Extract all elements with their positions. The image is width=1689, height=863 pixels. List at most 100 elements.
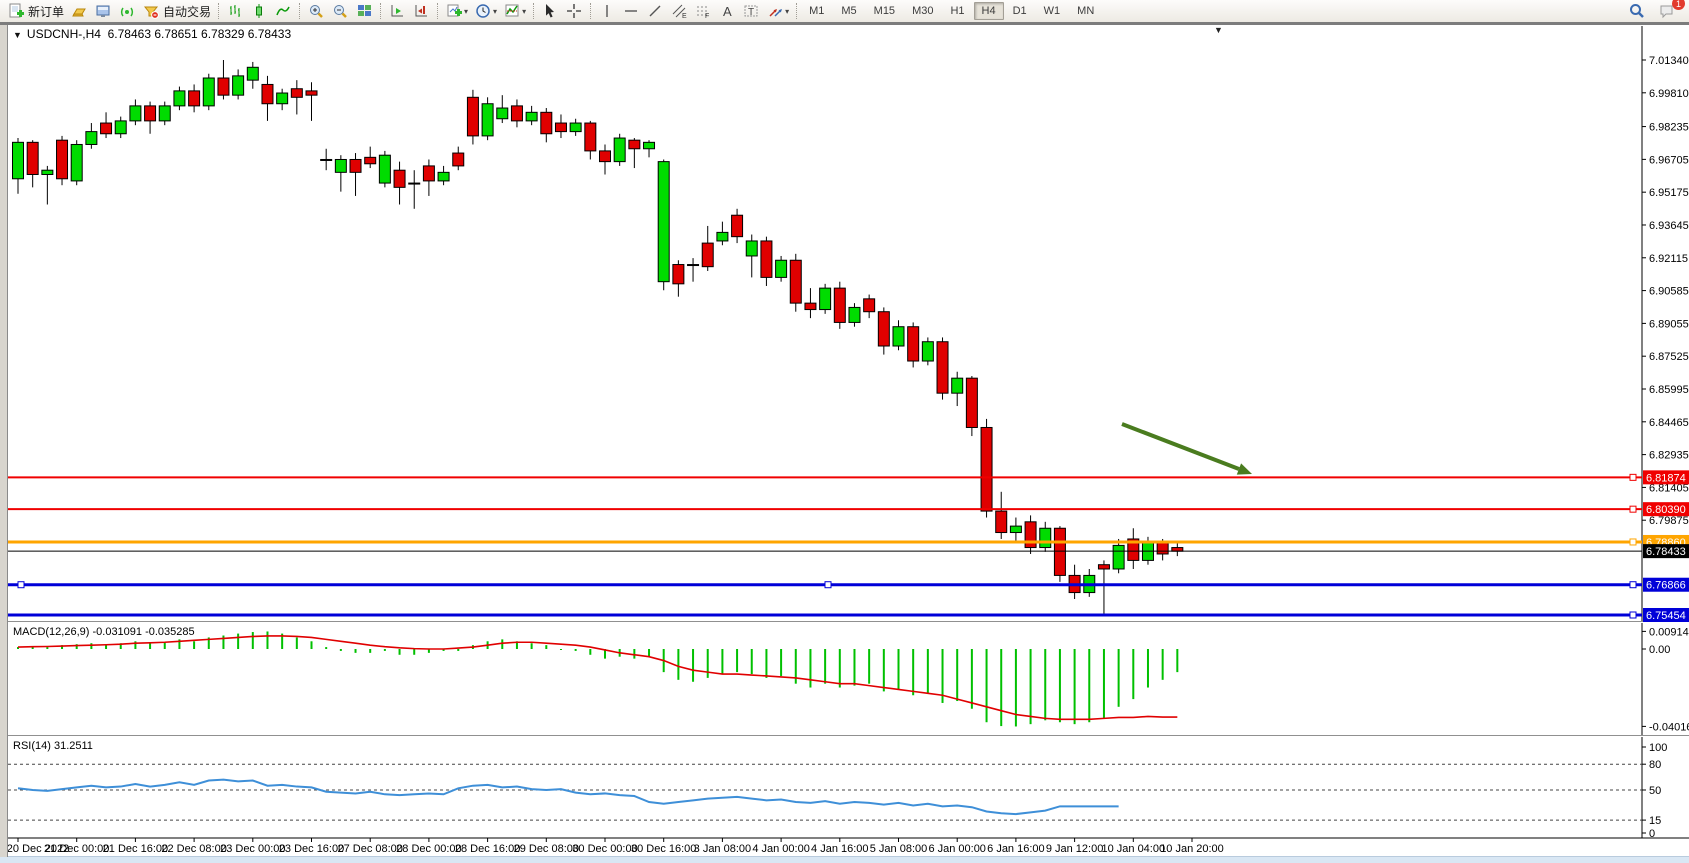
svg-text:6.99810: 6.99810 [1649, 88, 1689, 100]
new-order-button[interactable]: 新订单 [4, 1, 67, 21]
timeframe-group: M1M5M15M30H1H4D1W1MN [801, 2, 1102, 20]
svg-text:6.79875: 6.79875 [1649, 515, 1689, 527]
symbol-dropdown-icon[interactable]: ▼ [13, 30, 22, 40]
svg-text:6.75454: 6.75454 [1646, 610, 1686, 622]
fibonacci-icon: F [694, 2, 712, 20]
svg-text:6.93645: 6.93645 [1649, 220, 1689, 232]
svg-text:6.80390: 6.80390 [1646, 504, 1686, 516]
svg-text:29 Dec 08:00: 29 Dec 08:00 [514, 843, 579, 855]
market-watch-button[interactable] [67, 1, 91, 21]
channel-tool-button[interactable]: E [667, 1, 691, 21]
svg-text:10 Jan 04:00: 10 Jan 04:00 [1101, 843, 1165, 855]
svg-text:6.95175: 6.95175 [1649, 187, 1689, 199]
notifications-button[interactable]: 1 [1655, 1, 1679, 21]
gold-bar-icon [70, 2, 88, 20]
svg-text:3 Jan 08:00: 3 Jan 08:00 [694, 843, 752, 855]
svg-text:6.89055: 6.89055 [1649, 318, 1689, 330]
bar-chart-mode-button[interactable] [223, 1, 247, 21]
line-chart-icon [274, 2, 292, 20]
zoom-out-button[interactable] [328, 1, 352, 21]
svg-text:22 Dec 08:00: 22 Dec 08:00 [161, 843, 226, 855]
svg-text:28 Dec 16:00: 28 Dec 16:00 [455, 843, 520, 855]
chart-canvas[interactable]: 7.013406.998106.982356.967056.951756.936… [0, 0, 1689, 863]
svg-text:21 Dec 16:00: 21 Dec 16:00 [103, 843, 168, 855]
timeframe-D1[interactable]: D1 [1005, 2, 1035, 20]
timeframe-M30[interactable]: M30 [904, 2, 941, 20]
line-chart-mode-button[interactable] [271, 1, 295, 21]
timeframe-M15[interactable]: M15 [866, 2, 903, 20]
horizontal-line-tool-button[interactable] [619, 1, 643, 21]
signal-icon [118, 2, 136, 20]
auto-scroll-icon [388, 2, 406, 20]
clock-icon [474, 2, 492, 20]
chart-shift-marker[interactable]: ▼ [1214, 25, 1223, 35]
svg-text:15: 15 [1649, 815, 1661, 827]
text-label-icon: T [742, 2, 760, 20]
notification-badge: 1 [1672, 0, 1685, 10]
dropdown-arrow-icon: ▾ [785, 7, 789, 16]
svg-text:6.85995: 6.85995 [1649, 384, 1689, 396]
text-tool-button[interactable]: A [715, 1, 739, 21]
new-chart-button[interactable]: ▾ [442, 1, 471, 21]
svg-text:6.82935: 6.82935 [1649, 450, 1689, 462]
svg-text:80: 80 [1649, 759, 1661, 771]
indicators-icon [503, 2, 521, 20]
svg-text:30 Dec 16:00: 30 Dec 16:00 [631, 843, 696, 855]
svg-text:27 Dec 08:00: 27 Dec 08:00 [337, 843, 402, 855]
svg-text:23 Dec 16:00: 23 Dec 16:00 [279, 843, 344, 855]
svg-text:6.96705: 6.96705 [1649, 154, 1689, 166]
svg-text:6.90585: 6.90585 [1649, 286, 1689, 298]
dropdown-arrow-icon: ▾ [464, 7, 468, 16]
indicators-button[interactable]: ▾ [500, 1, 529, 21]
vertical-line-icon [598, 2, 616, 20]
vertical-line-tool-button[interactable] [595, 1, 619, 21]
signal-button[interactable] [115, 1, 139, 21]
auto-scroll-button[interactable] [385, 1, 409, 21]
toolbar-separator [218, 3, 219, 19]
svg-text:6.81874: 6.81874 [1646, 472, 1686, 484]
timeframe-W1[interactable]: W1 [1036, 2, 1069, 20]
svg-text:6.98235: 6.98235 [1649, 122, 1689, 134]
ohlc-readout: 6.78463 6.78651 6.78329 6.78433 [108, 27, 292, 41]
timeframe-MN[interactable]: MN [1069, 2, 1102, 20]
text-label-tool-button[interactable]: T [739, 1, 763, 21]
svg-text:E: E [682, 13, 687, 20]
crosshair-tool-button[interactable] [562, 1, 586, 21]
terminal-button[interactable] [91, 1, 115, 21]
auto-trading-label: 自动交易 [163, 3, 211, 20]
window-top-edge [0, 22, 1689, 25]
tile-windows-button[interactable] [352, 1, 376, 21]
toolbar-separator [590, 3, 591, 19]
timeframe-M5[interactable]: M5 [833, 2, 864, 20]
text-icon: A [718, 2, 736, 20]
trendline-icon [646, 2, 664, 20]
auto-trading-button[interactable]: 自动交易 [139, 1, 214, 21]
timeframe-H1[interactable]: H1 [942, 2, 972, 20]
cursor-tool-button[interactable] [538, 1, 562, 21]
candlestick-mode-button[interactable] [247, 1, 271, 21]
arrows-tool-button[interactable]: ▾ [763, 1, 792, 21]
timeframe-H4[interactable]: H4 [974, 2, 1004, 20]
svg-text:100: 100 [1649, 742, 1667, 754]
svg-text:4 Jan 00:00: 4 Jan 00:00 [752, 843, 810, 855]
timeframe-M1[interactable]: M1 [801, 2, 832, 20]
svg-text:21 Dec 00:00: 21 Dec 00:00 [44, 843, 109, 855]
toolbar-separator [380, 3, 381, 19]
new-chart-icon [445, 2, 463, 20]
chart-shift-button[interactable] [409, 1, 433, 21]
chart-title: ▼ USDCNH-,H4 6.78463 6.78651 6.78329 6.78… [13, 27, 291, 41]
trendline-tool-button[interactable] [643, 1, 667, 21]
bar-chart-icon [226, 2, 244, 20]
mt4-terminal: { "toolbar": { "new_order_label": "新订单",… [0, 0, 1689, 863]
fibonacci-tool-button[interactable]: F [691, 1, 715, 21]
svg-text:6.78433: 6.78433 [1646, 546, 1686, 558]
svg-text:A: A [723, 4, 732, 19]
symbol-period-label: USDCNH-,H4 [27, 27, 101, 41]
search-button[interactable] [1625, 1, 1649, 21]
svg-text:6.92115: 6.92115 [1649, 253, 1688, 265]
periods-button[interactable]: ▾ [471, 1, 500, 21]
svg-text:28 Dec 00:00: 28 Dec 00:00 [396, 843, 461, 855]
zoom-in-button[interactable] [304, 1, 328, 21]
svg-text:30 Dec 00:00: 30 Dec 00:00 [572, 843, 637, 855]
svg-text:6.76866: 6.76866 [1646, 580, 1686, 592]
